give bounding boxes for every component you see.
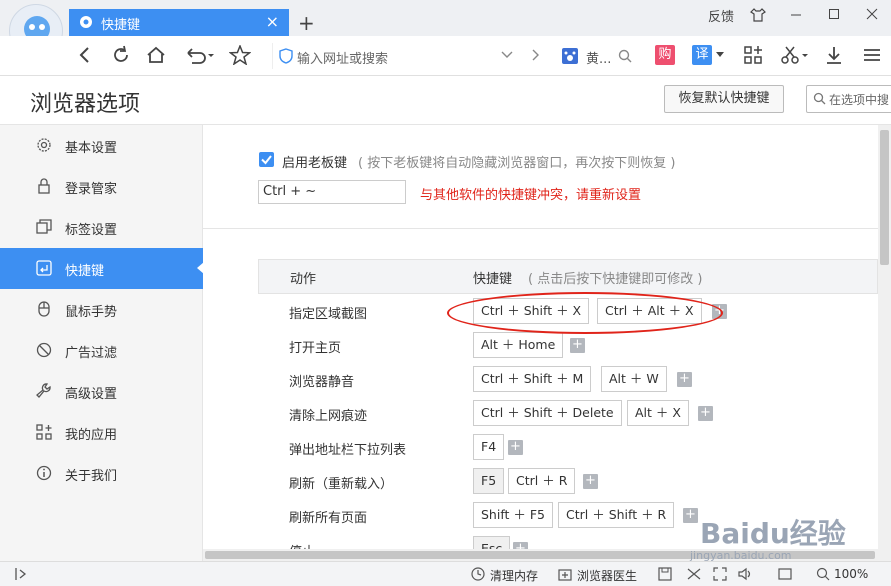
window-icon[interactable] <box>778 567 792 581</box>
add-shortcut-button[interactable]: + <box>698 406 713 421</box>
highlight-annotation-oval <box>447 292 723 334</box>
shortcut-key[interactable]: Esc <box>473 536 511 549</box>
add-shortcut-button[interactable]: + <box>683 508 698 523</box>
shortcut-key[interactable]: Alt ＋ W <box>601 366 667 392</box>
watermark-logo: Baidu经验 <box>700 517 846 550</box>
vertical-scrollbar-thumb[interactable] <box>880 130 889 265</box>
shortcut-key[interactable]: Shift ＋ F5 <box>473 502 554 528</box>
add-shortcut-button[interactable]: + <box>508 440 523 455</box>
table-row-action: 指定区域截图 <box>289 307 368 322</box>
add-shortcut-button[interactable]: + <box>570 338 585 353</box>
table-row-action: 停止 <box>289 541 315 549</box>
shortcut-key[interactable]: Ctrl ＋ R <box>508 468 576 494</box>
fullscreen-icon[interactable] <box>713 567 727 581</box>
zoom-level[interactable]: 100% <box>834 567 868 581</box>
table-row-action: 刷新所有页面 <box>289 511 368 526</box>
shortcut-key[interactable]: Ctrl ＋ Shift ＋ R <box>558 502 675 528</box>
shortcut-key[interactable]: Ctrl ＋ Shift ＋ Delete <box>473 400 622 426</box>
add-shortcut-button[interactable]: + <box>513 542 528 549</box>
doctor-icon <box>558 567 572 581</box>
shortcut-key[interactable]: Alt ＋ Home <box>473 332 564 358</box>
shortcut-key[interactable]: F4 <box>473 434 505 460</box>
browser-doctor-button[interactable]: 浏览器医生 <box>577 567 637 584</box>
sidebar-toggle-icon[interactable] <box>14 567 28 581</box>
cut-icon[interactable] <box>686 567 702 581</box>
table-row-action: 打开主页 <box>289 341 342 356</box>
shortcut-key[interactable]: Alt ＋ X <box>627 400 689 426</box>
clock-icon <box>471 567 485 581</box>
add-shortcut-button[interactable]: + <box>677 372 692 387</box>
shortcut-key[interactable]: F5 <box>473 468 505 494</box>
add-shortcut-button[interactable]: + <box>583 474 598 489</box>
shortcut-table: 指定区域截图 Ctrl ＋ Shift ＋ X Ctrl ＋ Alt ＋ X +… <box>0 0 878 549</box>
table-row-action: 刷新（重新载入） <box>289 477 394 492</box>
status-bar: 清理内存 浏览器医生 100% <box>0 561 891 586</box>
zoom-icon <box>816 567 830 581</box>
table-row-action: 弹出地址栏下拉列表 <box>289 443 407 458</box>
volume-icon[interactable] <box>738 567 754 581</box>
shortcut-key[interactable]: Ctrl ＋ Shift ＋ M <box>473 366 592 392</box>
table-row-action: 清除上网痕迹 <box>289 409 368 424</box>
save-icon[interactable] <box>658 567 672 581</box>
clear-memory-button[interactable]: 清理内存 <box>490 567 538 584</box>
table-row-action: 浏览器静音 <box>289 375 355 390</box>
